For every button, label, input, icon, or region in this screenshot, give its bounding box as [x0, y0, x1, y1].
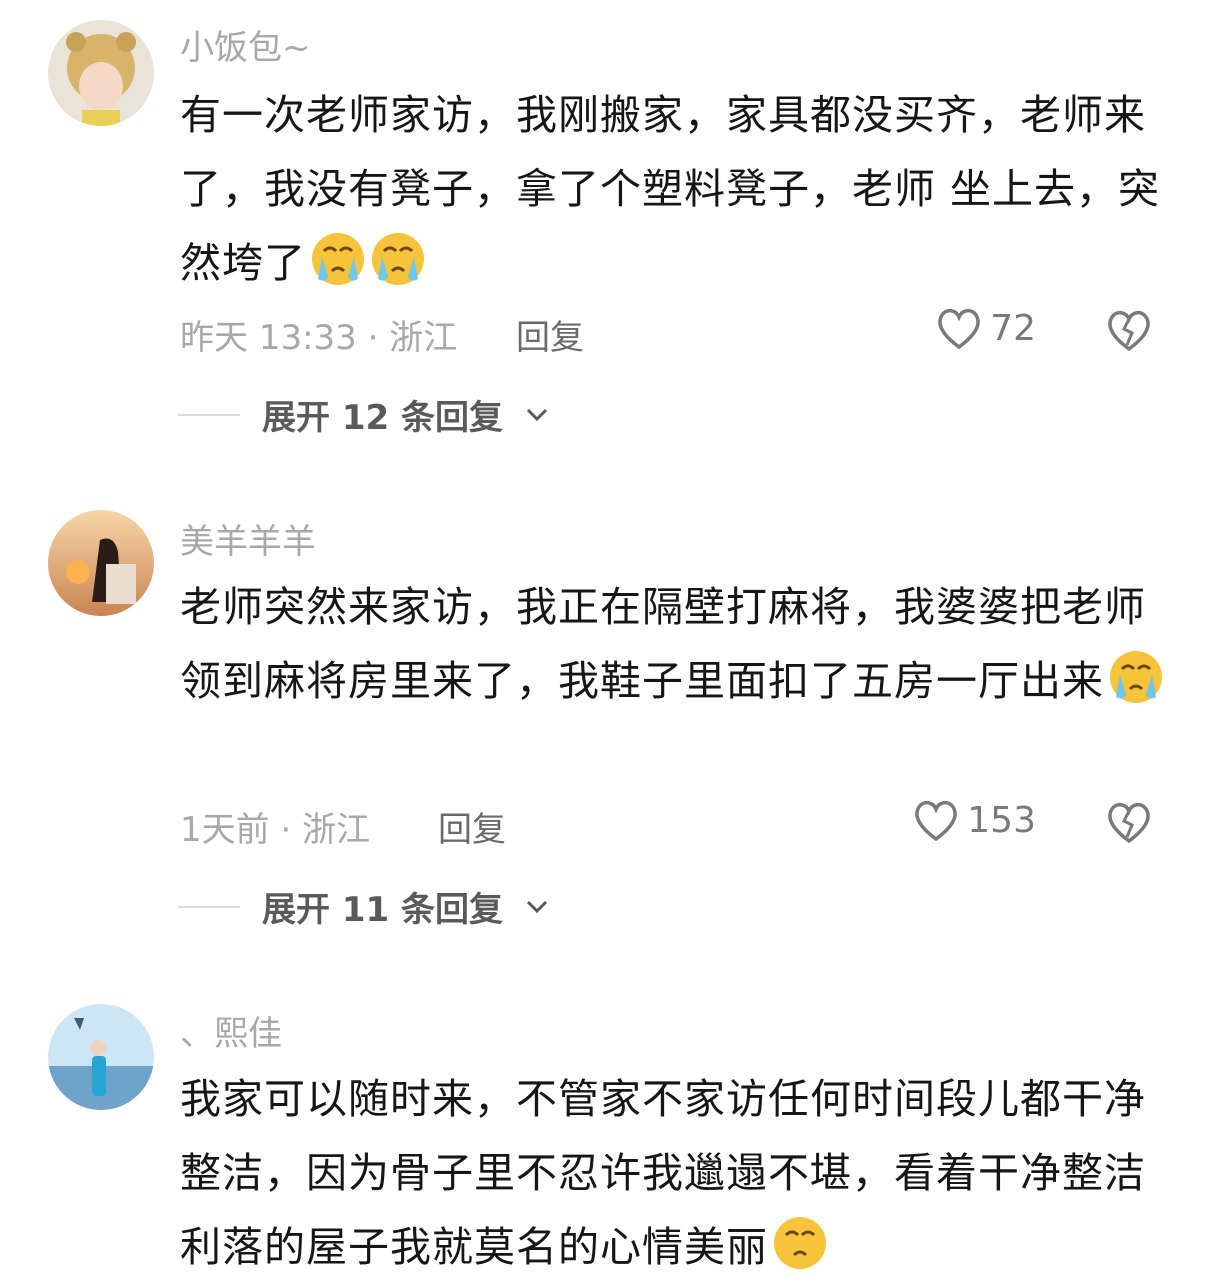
like-count: 72 — [990, 307, 1036, 349]
reply-button[interactable]: 回复 — [516, 310, 584, 359]
comment-text-content: 我家可以随时来，不管家不家访任何时间段儿都干净整洁，因为骨子里不忍许我邋遢不堪，… — [180, 1075, 1146, 1271]
avatar-image — [48, 20, 154, 126]
avatar[interactable] — [48, 20, 154, 126]
username[interactable]: 、熙佳 — [180, 1006, 282, 1055]
location: 浙江 — [302, 810, 371, 850]
comment-text: 有一次老师家访，我刚搬家，家具都没买齐，老师来了，我没有凳子，拿了个塑料凳子，老… — [180, 78, 1170, 300]
username[interactable]: 小饭包~ — [180, 20, 311, 69]
divider-line — [178, 413, 240, 416]
reply-button[interactable]: 回复 — [438, 802, 506, 851]
chevron-down-icon — [526, 900, 548, 913]
expand-replies-label: 展开 11 条回复 — [262, 890, 503, 930]
crying-face-icon — [1110, 651, 1162, 703]
expand-replies-label: 展开 12 条回复 — [262, 398, 503, 438]
expand-replies-button[interactable]: 展开 11 条回复 — [178, 882, 549, 931]
heart-outline-icon — [915, 800, 958, 842]
expand-replies-button[interactable]: 展开 12 条回复 — [178, 390, 549, 439]
meta-separator: · — [269, 810, 303, 850]
broken-heart-icon[interactable] — [1104, 305, 1154, 355]
timestamp: 昨天 13:33 — [180, 318, 357, 358]
crying-face-icon — [774, 1217, 826, 1269]
divider-line — [178, 905, 240, 908]
avatar-image — [48, 510, 154, 616]
username[interactable]: 美羊羊羊 — [180, 514, 316, 563]
avatar[interactable] — [48, 1004, 154, 1110]
chevron-down-icon — [526, 408, 548, 421]
location: 浙江 — [389, 318, 458, 358]
meta-separator: · — [356, 318, 390, 358]
like-button[interactable]: 153 — [911, 797, 1036, 843]
comment-meta: 昨天 13:33 · 浙江 — [180, 310, 457, 359]
timestamp: 1天前 — [180, 810, 270, 850]
comment-text-content: 老师突然来家访，我正在隔壁打麻将，我婆婆把老师领到麻将房里来了，我鞋子里面扣了五… — [180, 583, 1146, 705]
avatar-image — [48, 1004, 154, 1110]
avatar[interactable] — [48, 510, 154, 616]
crying-face-icon — [372, 233, 424, 285]
comment-meta: 1天前 · 浙江 — [180, 802, 370, 851]
like-count: 153 — [967, 799, 1036, 841]
comment-text: 我家可以随时来，不管家不家访任何时间段儿都干净整洁，因为骨子里不忍许我邋遢不堪，… — [180, 1062, 1170, 1284]
heart-outline-icon — [938, 308, 981, 350]
like-button[interactable]: 72 — [934, 305, 1036, 351]
comment-text: 老师突然来家访，我正在隔壁打麻将，我婆婆把老师领到麻将房里来了，我鞋子里面扣了五… — [180, 570, 1170, 718]
broken-heart-icon[interactable] — [1104, 797, 1154, 847]
crying-face-icon — [312, 233, 364, 285]
